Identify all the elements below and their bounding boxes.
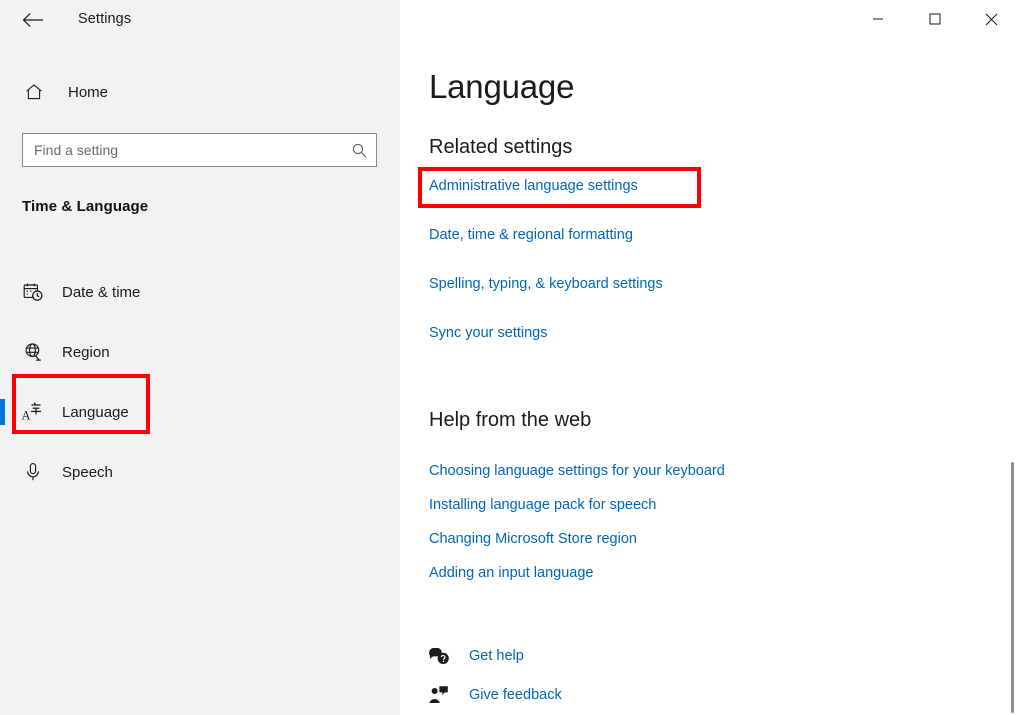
help-bubble-icon — [425, 646, 453, 666]
sidebar-item-language-label: Language — [62, 403, 129, 421]
minimize-icon — [872, 13, 884, 25]
microphone-icon — [18, 461, 48, 483]
app-title: Settings — [78, 11, 132, 27]
give-feedback-link[interactable]: Give feedback — [425, 685, 562, 705]
close-button[interactable] — [963, 0, 1020, 38]
vertical-scrollbar-thumb[interactable] — [1011, 462, 1014, 713]
get-help-link[interactable]: Get help — [425, 646, 524, 666]
feedback-person-icon — [425, 685, 453, 705]
maximize-button[interactable] — [906, 0, 963, 38]
svg-text:A: A — [22, 409, 31, 423]
back-button[interactable] — [12, 5, 54, 35]
link-adding-input-language[interactable]: Adding an input language — [429, 565, 593, 581]
home-icon — [12, 82, 56, 102]
help-from-web-heading: Help from the web — [429, 409, 592, 431]
link-changing-microsoft-store-region[interactable]: Changing Microsoft Store region — [429, 531, 637, 547]
link-sync-your-settings[interactable]: Sync your settings — [429, 325, 547, 341]
main-content: Language Related settings Administrative… — [400, 0, 1020, 715]
link-date-time-regional-formatting[interactable]: Date, time & regional formatting — [429, 227, 633, 243]
minimize-button[interactable] — [849, 0, 906, 38]
sidebar-item-speech[interactable]: Speech — [0, 442, 400, 502]
sidebar: Home Time & Language — [0, 0, 400, 715]
give-feedback-label: Give feedback — [469, 687, 562, 703]
search-icon[interactable] — [342, 134, 376, 166]
search-input[interactable] — [23, 134, 342, 166]
link-installing-language-pack-speech[interactable]: Installing language pack for speech — [429, 497, 656, 513]
back-arrow-icon — [22, 12, 44, 28]
sidebar-nav-list: Date & time Region A Language Speech — [0, 262, 400, 502]
window-controls — [849, 0, 1020, 38]
sidebar-item-home-label: Home — [68, 83, 109, 101]
search-box[interactable] — [22, 133, 377, 167]
calendar-clock-icon — [18, 281, 48, 303]
link-choosing-language-settings-keyboard[interactable]: Choosing language settings for your keyb… — [429, 463, 725, 479]
sidebar-section-title: Time & Language — [22, 198, 149, 215]
link-administrative-language-settings[interactable]: Administrative language settings — [429, 178, 638, 194]
sidebar-item-region-label: Region — [62, 343, 110, 361]
globe-icon — [18, 341, 48, 363]
sidebar-item-speech-label: Speech — [62, 463, 113, 481]
sidebar-item-language[interactable]: A Language — [0, 382, 400, 442]
get-help-label: Get help — [469, 648, 524, 664]
selection-indicator — [0, 399, 5, 425]
sidebar-item-region[interactable]: Region — [0, 322, 400, 382]
settings-window: Home Time & Language — [0, 0, 1020, 715]
related-settings-heading: Related settings — [429, 136, 573, 158]
sidebar-item-home[interactable]: Home — [0, 74, 400, 110]
sidebar-item-date-time[interactable]: Date & time — [0, 262, 400, 322]
sidebar-item-date-time-label: Date & time — [62, 283, 141, 301]
link-spelling-typing-keyboard-settings[interactable]: Spelling, typing, & keyboard settings — [429, 276, 663, 292]
close-icon — [985, 13, 998, 26]
page-title: Language — [429, 68, 575, 105]
language-characters-icon: A — [18, 400, 48, 424]
maximize-icon — [929, 13, 941, 25]
title-bar: Settings — [0, 0, 1020, 40]
